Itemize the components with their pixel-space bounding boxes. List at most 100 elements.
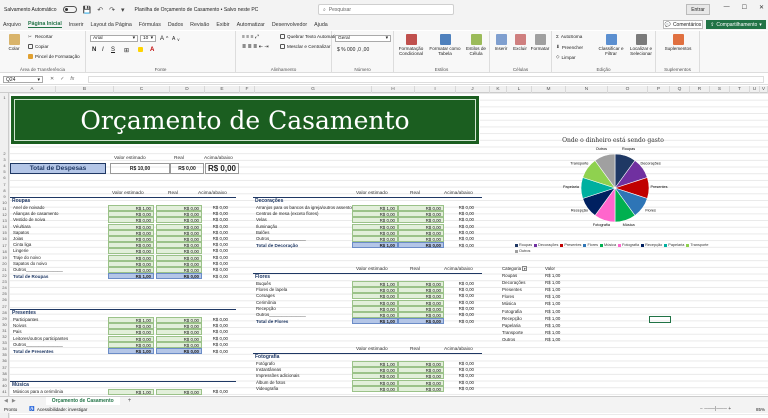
decoracoes-real-cell[interactable]: R$ 0,00 xyxy=(398,217,444,224)
borders-icon[interactable]: ⊞ xyxy=(124,47,129,54)
align-top-icons[interactable]: ≡ ≡ ≡ ⤢ xyxy=(242,34,259,40)
fotografia-item-label[interactable]: Impressões adicionais xyxy=(256,373,299,378)
roupas-acima-cell[interactable]: R$ 0,00 xyxy=(196,205,230,211)
roupas-item-label[interactable]: Cinta liga xyxy=(13,242,31,247)
presentes-item-label[interactable]: Outros_______________ xyxy=(13,342,63,347)
autosum-button[interactable]: Σ AutoSoma xyxy=(556,34,582,39)
row-header[interactable]: 16 xyxy=(0,236,9,241)
fotografia-real-cell[interactable]: R$ 0,00 xyxy=(398,379,444,386)
column-header[interactable]: E xyxy=(205,86,240,93)
row-header[interactable]: 41 xyxy=(0,389,9,394)
pivot-val-header[interactable]: Valor xyxy=(545,266,555,271)
presentes-item-label[interactable]: Participantes xyxy=(13,317,38,322)
tab-6[interactable]: Revisão xyxy=(190,22,209,28)
roupas-acima-cell[interactable]: R$ 0,00 xyxy=(196,224,230,230)
merge-center-button[interactable]: Mesclar e Centralizar xyxy=(280,44,330,49)
decoracoes-total-estimado[interactable]: R$ 1,00 xyxy=(352,242,398,249)
italic-button[interactable]: I xyxy=(102,47,104,53)
column-header[interactable]: B xyxy=(56,86,114,93)
flores-estimado-cell[interactable]: R$ 0,00 xyxy=(352,299,398,306)
row-header[interactable]: 40 xyxy=(0,383,9,388)
fotografia-estimado-cell[interactable]: R$ 1,00 xyxy=(352,361,398,367)
pivot-row[interactable]: Roupas R$ 1,00 xyxy=(502,273,572,278)
fotografia-acima-cell[interactable]: R$ 0,00 xyxy=(442,373,476,379)
roupas-item-label[interactable]: Alianças de casamento xyxy=(13,211,58,216)
roupas-item-label[interactable]: Sapatos do noivo xyxy=(13,261,47,266)
flores-item-label[interactable]: Cerimônia xyxy=(256,300,276,305)
fill-button[interactable]: ⬇ Preencher xyxy=(556,44,583,50)
row-header[interactable]: 37 xyxy=(0,365,9,370)
flores-total-real[interactable]: R$ 0,00 xyxy=(398,318,444,325)
roupas-estimado-cell[interactable]: R$ 0,00 xyxy=(108,217,154,224)
roupas-estimado-cell[interactable]: R$ 1,00 xyxy=(108,205,154,211)
column-header[interactable]: H xyxy=(372,86,415,93)
comments-button[interactable]: 💬 Comentários xyxy=(663,20,703,29)
column-header[interactable]: T xyxy=(730,86,750,93)
presentes-acima-cell[interactable]: R$ 0,00 xyxy=(196,329,230,335)
font-name-select[interactable]: Arial ▾ xyxy=(90,35,138,42)
decoracoes-real-cell[interactable]: R$ 0,00 xyxy=(398,223,444,230)
delete-cells-button[interactable]: Excluir xyxy=(511,34,529,51)
selected-cell[interactable] xyxy=(649,316,671,323)
decoracoes-item-label[interactable]: Velas xyxy=(256,217,267,222)
roupas-estimado-cell[interactable]: R$ 0,00 xyxy=(108,248,154,255)
row-header[interactable]: 12 xyxy=(0,212,9,217)
decoracoes-estimado-cell[interactable]: R$ 0,00 xyxy=(352,229,398,236)
addins-button[interactable]: Suplementos xyxy=(662,34,694,51)
row-header[interactable]: 31 xyxy=(0,328,9,333)
fill-color-button[interactable] xyxy=(138,47,143,52)
conditional-format-button[interactable]: Formatação Condicional xyxy=(396,34,426,56)
pivot-row[interactable]: Transporte R$ 1,00 xyxy=(502,330,572,335)
format-cells-button[interactable]: Formatar xyxy=(530,34,550,51)
search-input[interactable]: ⌕ Pesquisar xyxy=(318,4,454,15)
fotografia-real-cell[interactable]: R$ 0,00 xyxy=(398,385,444,392)
insert-cells-button[interactable]: Inserir xyxy=(492,34,510,51)
add-sheet-button[interactable]: + xyxy=(128,398,132,404)
cancel-icon[interactable]: ✕ xyxy=(50,76,54,82)
font-color-button[interactable]: A xyxy=(150,47,154,53)
flores-acima-cell[interactable]: R$ 0,00 xyxy=(442,287,476,293)
tab-3[interactable]: Layout da Página xyxy=(91,22,132,28)
fotografia-acima-cell[interactable]: R$ 0,00 xyxy=(442,367,476,373)
roupas-acima-cell[interactable]: R$ 0,00 xyxy=(196,267,230,273)
pivot-row[interactable]: Outros R$ 1,00 xyxy=(502,337,572,342)
row-header[interactable]: 3 xyxy=(0,157,9,162)
underline-button[interactable]: S xyxy=(111,47,115,53)
roupas-estimado-cell[interactable]: R$ 0,00 xyxy=(108,223,154,230)
tab-2[interactable]: Inserir xyxy=(69,22,84,28)
pivot-row[interactable]: Música R$ 1,00 xyxy=(502,301,572,306)
flores-real-cell[interactable]: R$ 0,00 xyxy=(398,305,444,312)
column-header[interactable]: G xyxy=(255,86,372,93)
format-table-button[interactable]: Formatar como Tabela xyxy=(428,34,462,56)
column-header[interactable]: P xyxy=(648,86,670,93)
row-header[interactable]: 35 xyxy=(0,352,9,357)
column-header[interactable]: S xyxy=(710,86,730,93)
column-header[interactable]: Q xyxy=(670,86,690,93)
roupas-item-label[interactable]: Traje do noivo xyxy=(13,255,41,260)
roupas-item-label[interactable]: Véu/tiara xyxy=(13,224,31,229)
flores-acima-cell[interactable]: R$ 0,00 xyxy=(442,293,476,299)
presentes-estimado-cell[interactable]: R$ 0,00 xyxy=(108,329,154,336)
fotografia-real-cell[interactable]: R$ 0,00 xyxy=(398,361,444,367)
flores-estimado-cell[interactable]: R$ 1,00 xyxy=(352,281,398,287)
row-header[interactable]: 1 xyxy=(0,95,9,100)
tab-4[interactable]: Fórmulas xyxy=(139,22,161,28)
decoracoes-estimado-cell[interactable]: R$ 0,00 xyxy=(352,217,398,224)
row-header[interactable]: 24 xyxy=(0,285,9,290)
fx-icon[interactable]: fx xyxy=(70,76,74,82)
filter-dropdown-icon[interactable]: ▾ xyxy=(522,266,528,271)
next-sheet-icon[interactable]: ▶ xyxy=(12,398,16,404)
roupas-item-label[interactable]: Lingerie xyxy=(13,248,29,253)
fotografia-estimado-cell[interactable]: R$ 0,00 xyxy=(352,379,398,386)
row-header[interactable]: 17 xyxy=(0,243,9,248)
row-header[interactable]: 10 xyxy=(0,200,9,205)
fotografia-item-label[interactable]: Álbum de fotos xyxy=(256,380,285,385)
presentes-item-label[interactable]: Pais xyxy=(13,329,22,334)
presentes-estimado-cell[interactable]: R$ 0,00 xyxy=(108,341,154,348)
row-header[interactable]: 13 xyxy=(0,218,9,223)
decoracoes-acima-cell[interactable]: R$ 0,00 xyxy=(442,217,476,223)
presentes-acima-cell[interactable]: R$ 0,00 xyxy=(196,336,230,342)
decoracoes-total-acima[interactable]: R$ 0,00 xyxy=(442,243,476,249)
flores-total-acima[interactable]: R$ 0,00 xyxy=(442,319,476,325)
decoracoes-total-real[interactable]: R$ 0,00 xyxy=(398,242,444,249)
